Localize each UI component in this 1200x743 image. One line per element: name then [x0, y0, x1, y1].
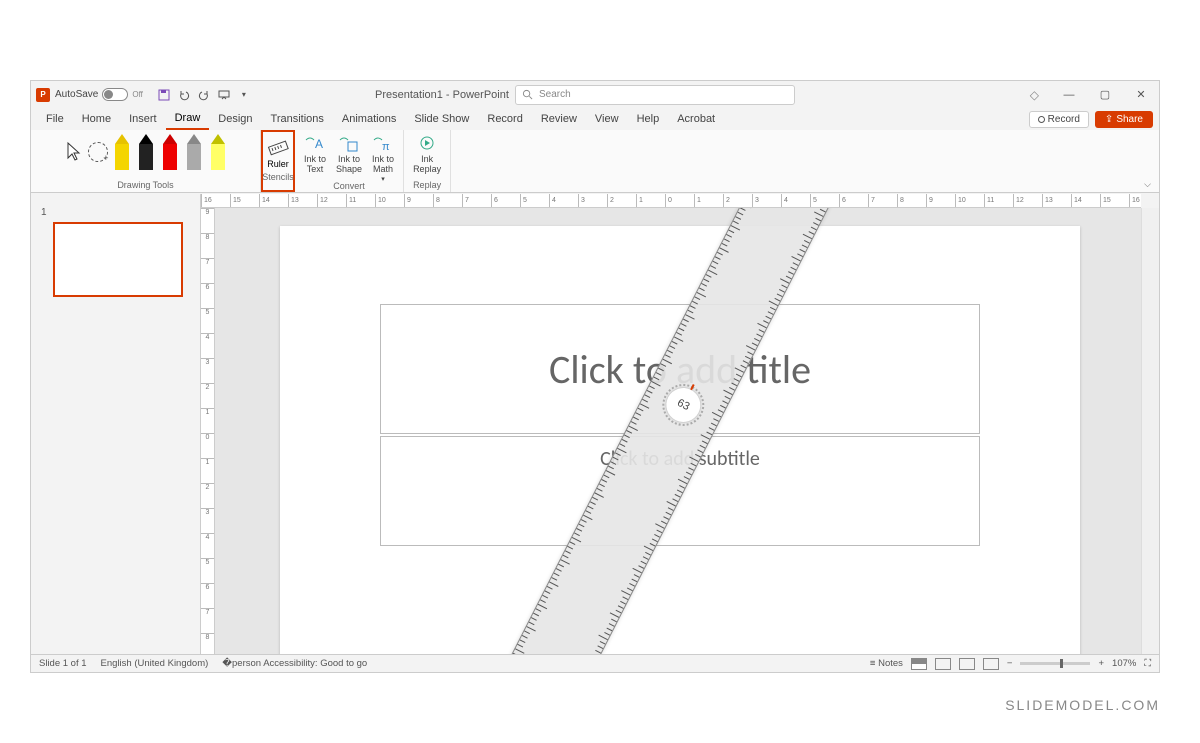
watermark: SLIDEMODEL.COM: [1005, 697, 1160, 713]
vertical-scrollbar[interactable]: [1141, 208, 1159, 654]
normal-view-button[interactable]: [911, 658, 927, 670]
redo-icon[interactable]: [197, 88, 211, 102]
tab-record[interactable]: Record: [478, 109, 531, 129]
group-stencils: Ruler Stencils: [261, 130, 295, 192]
titlebar: P AutoSave Off ▾ Presentation1 - PowerPo…: [31, 81, 1159, 108]
pen-grey[interactable]: [183, 132, 205, 172]
tab-home[interactable]: Home: [73, 109, 120, 129]
thumbnail-number: 1: [41, 207, 47, 218]
tab-slideshow[interactable]: Slide Show: [405, 109, 478, 129]
lasso-tool[interactable]: [87, 132, 109, 172]
ruler-angle-badge: 63: [660, 382, 706, 428]
group-convert: AInk to Text Ink to Shape πInk to Math▾ …: [295, 130, 404, 192]
ruler-icon: [267, 136, 289, 158]
zoom-level[interactable]: 107%: [1112, 658, 1136, 669]
tab-file[interactable]: File: [37, 109, 73, 129]
autosave-label: AutoSave: [55, 89, 98, 100]
ribbon-tabs: File Home Insert Draw Design Transitions…: [31, 108, 1159, 130]
autosave-state: Off: [132, 90, 143, 99]
group-replay: Ink Replay Replay: [404, 130, 451, 192]
slide-editor[interactable]: Click to add title Click to add subtitle…: [215, 208, 1141, 654]
tab-view[interactable]: View: [586, 109, 628, 129]
svg-text:π: π: [382, 141, 390, 153]
lasso-icon: [88, 142, 108, 162]
ruler-button[interactable]: Ruler: [263, 134, 293, 171]
app-window: P AutoSave Off ▾ Presentation1 - PowerPo…: [30, 80, 1160, 673]
tab-draw[interactable]: Draw: [166, 108, 210, 130]
slide-counter[interactable]: Slide 1 of 1: [39, 658, 87, 669]
autosave[interactable]: AutoSave Off: [55, 88, 143, 101]
ink-to-text-button[interactable]: AInk to Text: [300, 132, 330, 177]
notes-button[interactable]: ≡ Notes: [870, 658, 903, 669]
pen-yellow[interactable]: [111, 132, 133, 172]
ink-replay-icon: [416, 134, 438, 154]
share-icon: ⇪: [1105, 114, 1113, 125]
minimize-button[interactable]: —: [1051, 81, 1087, 108]
slide-canvas[interactable]: Click to add title Click to add subtitle…: [280, 226, 1080, 654]
tab-review[interactable]: Review: [532, 109, 586, 129]
sorter-view-button[interactable]: [935, 658, 951, 670]
tab-design[interactable]: Design: [209, 109, 261, 129]
pen-red[interactable]: [159, 132, 181, 172]
group-label: Drawing Tools: [117, 180, 173, 190]
search-input[interactable]: Search: [515, 85, 795, 105]
fit-button[interactable]: ⛶: [1144, 658, 1151, 669]
pen-black[interactable]: [135, 132, 157, 172]
zoom-out-button[interactable]: −: [1007, 658, 1013, 669]
undo-icon[interactable]: [177, 88, 191, 102]
accessibility-icon: �person: [222, 658, 263, 669]
reading-view-button[interactable]: [959, 658, 975, 670]
group-label: Convert: [333, 181, 365, 191]
record-button[interactable]: Record: [1029, 111, 1089, 128]
tab-help[interactable]: Help: [628, 109, 669, 129]
ink-to-shape-icon: [338, 134, 360, 154]
close-button[interactable]: ✕: [1123, 81, 1159, 108]
svg-text:A: A: [315, 137, 323, 151]
highlighter-yellow[interactable]: [207, 132, 229, 172]
thumbnail-panel: 1: [31, 194, 201, 654]
tab-acrobat[interactable]: Acrobat: [668, 109, 724, 129]
save-icon[interactable]: [157, 88, 171, 102]
search-placeholder: Search: [539, 89, 571, 100]
app-icon: P: [36, 88, 50, 102]
quick-access-toolbar: ▾: [157, 88, 251, 102]
window-controls: — ▢ ✕: [1051, 81, 1159, 108]
collapse-ribbon-icon[interactable]: ⌵: [1144, 179, 1151, 190]
slide-thumbnail-1[interactable]: [53, 222, 183, 297]
language-indicator[interactable]: English (United Kingdom): [101, 658, 209, 669]
status-bar: Slide 1 of 1 English (United Kingdom) �p…: [31, 654, 1159, 672]
qat-dropdown-icon[interactable]: ▾: [237, 88, 251, 102]
ink-to-math-button[interactable]: πInk to Math▾: [368, 132, 398, 185]
autosave-toggle[interactable]: [102, 88, 128, 101]
ink-to-text-icon: A: [304, 134, 326, 154]
slideshow-view-button[interactable]: [983, 658, 999, 670]
group-label: Replay: [413, 180, 441, 190]
group-label: Stencils: [262, 172, 294, 182]
zoom-in-button[interactable]: +: [1098, 658, 1104, 669]
horizontal-ruler[interactable]: document.addEventListener('DOMContentLoa…: [201, 194, 1141, 208]
present-icon[interactable]: [217, 88, 231, 102]
search-icon: [522, 89, 533, 100]
ink-to-shape-button[interactable]: Ink to Shape: [332, 132, 366, 177]
tab-transitions[interactable]: Transitions: [262, 109, 333, 129]
zoom-slider[interactable]: [1020, 662, 1090, 665]
document-title: Presentation1 - PowerPoint: [375, 89, 509, 101]
ink-to-math-icon: π: [372, 134, 394, 154]
ink-replay-button[interactable]: Ink Replay: [409, 132, 445, 177]
ribbon: Drawing Tools Ruler Stencils AInk to Tex…: [31, 130, 1159, 193]
vertical-ruler[interactable]: 9876543210123456789: [201, 208, 215, 654]
accessibility-status[interactable]: �person Accessibility: Good to go: [222, 658, 367, 669]
tab-insert[interactable]: Insert: [120, 109, 166, 129]
select-tool[interactable]: [63, 132, 85, 172]
maximize-button[interactable]: ▢: [1087, 81, 1123, 108]
tab-animations[interactable]: Animations: [333, 109, 405, 129]
diamond-icon[interactable]: ◇: [1030, 88, 1039, 102]
group-drawing-tools: Drawing Tools: [31, 130, 261, 192]
share-button[interactable]: ⇪Share: [1095, 111, 1153, 128]
